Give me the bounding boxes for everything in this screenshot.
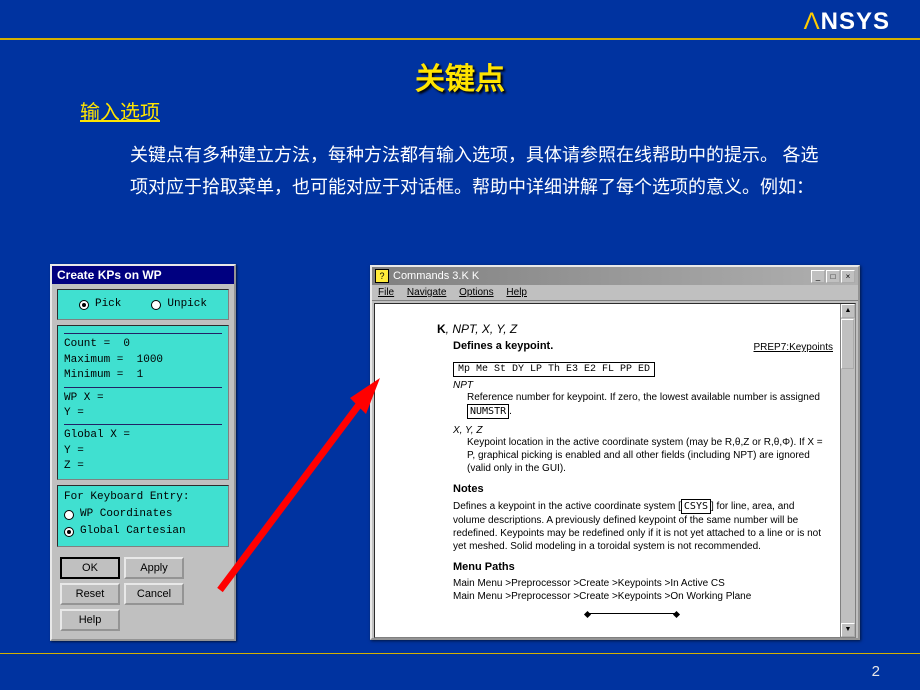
help-button[interactable]: Help bbox=[60, 609, 120, 631]
help-window: ? Commands 3.K K _ □ × File Navigate Opt… bbox=[370, 265, 860, 640]
command-signature: K, NPT, X, Y, Z bbox=[437, 322, 827, 336]
picker-dialog: Create KPs on WP Pick Unpick Count = 0 M… bbox=[50, 264, 236, 641]
separator-ornament bbox=[587, 613, 677, 614]
scroll-up-button[interactable]: ▲ bbox=[841, 304, 855, 318]
radio-icon bbox=[64, 527, 74, 537]
logo-text: NSYS bbox=[821, 8, 890, 35]
stat-label: Global X = bbox=[64, 429, 130, 441]
stat-label: Count = bbox=[64, 338, 110, 350]
minimize-button[interactable]: _ bbox=[811, 270, 825, 283]
stat-label: Z = bbox=[64, 460, 84, 472]
notes-heading: Notes bbox=[453, 483, 827, 495]
menupath-1: Main Menu >Preprocessor >Create >Keypoin… bbox=[453, 577, 827, 590]
radio-icon bbox=[64, 510, 74, 520]
logo-accent: Λ bbox=[804, 8, 821, 35]
menupath-2: Main Menu >Preprocessor >Create >Keypoin… bbox=[453, 590, 827, 603]
reset-button[interactable]: Reset bbox=[60, 583, 120, 605]
body-paragraph: 关键点有多种建立方法，每种方法都有输入选项，具体请参照在线帮助中的提示。 各选项… bbox=[130, 140, 820, 203]
stat-label: Y = bbox=[64, 445, 84, 457]
slide-title: 关键点 bbox=[0, 54, 920, 98]
unpick-label: Unpick bbox=[167, 297, 207, 312]
scroll-thumb[interactable] bbox=[841, 319, 854, 369]
menu-file[interactable]: File bbox=[378, 287, 394, 298]
stat-value: 0 bbox=[123, 338, 130, 350]
arg-npt: NPT bbox=[453, 380, 827, 391]
coord-global-label: Global Cartesian bbox=[80, 524, 186, 539]
menupaths-heading: Menu Paths bbox=[453, 561, 827, 573]
stat-label: Minimum = bbox=[64, 369, 123, 381]
stat-label: Maximum = bbox=[64, 354, 123, 366]
ok-button[interactable]: OK bbox=[60, 557, 120, 579]
arg-npt-desc: Reference number for keypoint. If zero, … bbox=[467, 391, 827, 419]
arg-xyz: X, Y, Z bbox=[453, 425, 827, 436]
help-menubar: File Navigate Options Help bbox=[372, 285, 858, 301]
pick-radio-row[interactable]: Pick bbox=[79, 297, 121, 312]
keyboard-entry-panel: For Keyboard Entry: WP Coordinates Globa… bbox=[57, 485, 229, 547]
coord-wp-label: WP Coordinates bbox=[80, 507, 172, 522]
help-window-title: Commands 3.K K bbox=[393, 270, 479, 282]
maximize-button[interactable]: □ bbox=[826, 270, 840, 283]
apply-button[interactable]: Apply bbox=[124, 557, 184, 579]
keyboard-entry-label: For Keyboard Entry: bbox=[64, 490, 222, 505]
stat-label: Y = bbox=[64, 407, 84, 419]
menu-options[interactable]: Options bbox=[459, 287, 493, 298]
menu-help[interactable]: Help bbox=[506, 287, 527, 298]
radio-icon bbox=[151, 300, 161, 310]
product-tabs: Mp Me St DY LP Th E3 E2 FL PP ED bbox=[453, 362, 655, 377]
command-args: , NPT, X, Y, Z bbox=[446, 322, 518, 336]
bottom-divider bbox=[0, 653, 920, 654]
numstr-ref[interactable]: NUMSTR bbox=[467, 404, 509, 419]
coord-wp-row[interactable]: WP Coordinates bbox=[64, 507, 222, 522]
unpick-radio-row[interactable]: Unpick bbox=[151, 297, 207, 312]
top-divider bbox=[0, 38, 920, 40]
close-button[interactable]: × bbox=[841, 270, 855, 283]
help-titlebar: ? Commands 3.K K _ □ × bbox=[372, 267, 858, 285]
notes-text: Defines a keypoint in the active coordin… bbox=[453, 499, 827, 553]
radio-icon bbox=[79, 300, 89, 310]
stat-value: 1000 bbox=[137, 354, 163, 366]
button-row: OK Apply Reset Cancel Help bbox=[52, 552, 234, 639]
page-number: 2 bbox=[872, 663, 880, 680]
annotation-arrow-icon bbox=[210, 370, 390, 600]
arg-xyz-desc: Keypoint location in the active coordina… bbox=[467, 436, 827, 475]
vertical-scrollbar[interactable]: ▲ ▼ bbox=[840, 304, 855, 637]
section-heading: 输入选项 bbox=[80, 96, 160, 125]
scroll-down-button[interactable]: ▼ bbox=[841, 623, 855, 637]
stats-panel: Count = 0 Maximum = 1000 Minimum = 1 WP … bbox=[57, 325, 229, 479]
brand-logo: ΛNSYS bbox=[804, 8, 890, 36]
menu-navigate[interactable]: Navigate bbox=[407, 287, 446, 298]
command-name: K bbox=[437, 322, 446, 336]
pick-label: Pick bbox=[95, 297, 121, 312]
app-icon: ? bbox=[375, 269, 389, 283]
csys-ref[interactable]: CSYS bbox=[681, 499, 711, 514]
coord-global-row[interactable]: Global Cartesian bbox=[64, 524, 222, 539]
prep7-link[interactable]: PREP7:Keypoints bbox=[754, 342, 834, 353]
cancel-button[interactable]: Cancel bbox=[124, 583, 184, 605]
stat-value: 1 bbox=[137, 369, 144, 381]
stat-label: WP X = bbox=[64, 392, 104, 404]
picker-titlebar: Create KPs on WP bbox=[52, 266, 234, 284]
pick-mode-panel: Pick Unpick bbox=[57, 289, 229, 320]
help-content: K, NPT, X, Y, Z Defines a keypoint. PREP… bbox=[374, 303, 856, 638]
